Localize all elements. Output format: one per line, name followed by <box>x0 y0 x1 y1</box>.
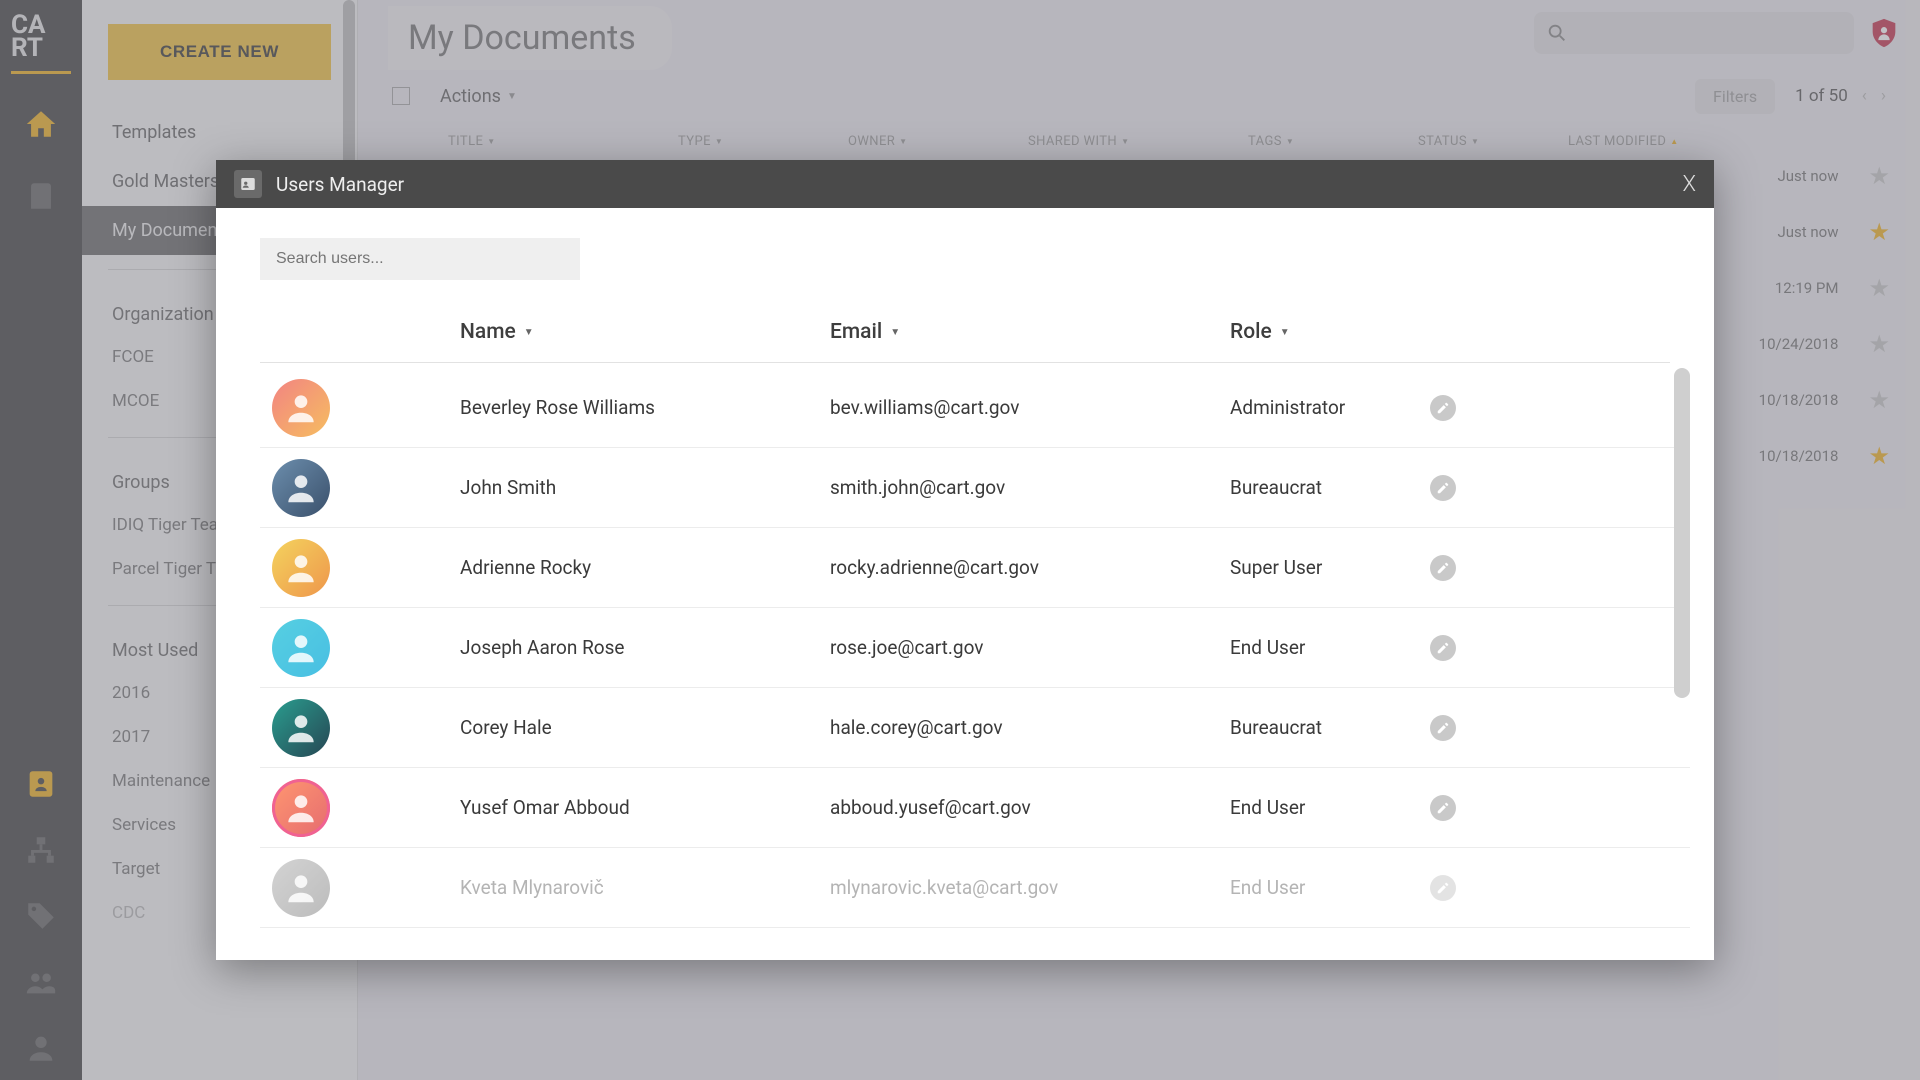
edit-user-button[interactable] <box>1430 795 1456 821</box>
user-name: John Smith <box>460 476 830 499</box>
user-role: Administrator <box>1230 396 1430 419</box>
user-row[interactable]: Beverley Rose Williamsbev.williams@cart.… <box>260 368 1690 448</box>
users-list: Beverley Rose Williamsbev.williams@cart.… <box>260 368 1690 960</box>
user-name: Joseph Aaron Rose <box>460 636 830 659</box>
user-name: Adrienne Rocky <box>460 556 830 579</box>
user-email: rocky.adrienne@cart.gov <box>830 556 1230 579</box>
user-email: smith.john@cart.gov <box>830 476 1230 499</box>
users-manager-modal: Users Manager X Name▼ Email▼ Role▼ Bever… <box>216 160 1714 960</box>
modal-header: Users Manager X <box>216 160 1714 208</box>
user-name: Yusef Omar Abboud <box>460 796 830 819</box>
edit-user-button[interactable] <box>1430 395 1456 421</box>
col-email[interactable]: Email▼ <box>830 320 1230 344</box>
user-role: Bureaucrat <box>1230 716 1430 739</box>
user-row[interactable]: Kveta Mlynarovičmlynarovic.kveta@cart.go… <box>260 848 1690 928</box>
user-row[interactable]: Adrienne Rockyrocky.adrienne@cart.govSup… <box>260 528 1690 608</box>
avatar <box>272 539 330 597</box>
user-row[interactable]: Corey Halehale.corey@cart.govBureaucrat <box>260 688 1690 768</box>
user-role: End User <box>1230 796 1430 819</box>
avatar <box>272 779 330 837</box>
user-row[interactable]: John Smithsmith.john@cart.govBureaucrat <box>260 448 1690 528</box>
chevron-down-icon: ▼ <box>890 327 900 338</box>
edit-user-button[interactable] <box>1430 475 1456 501</box>
user-email: abboud.yusef@cart.gov <box>830 796 1230 819</box>
user-name: Kveta Mlynarovič <box>460 876 830 899</box>
modal-body: Name▼ Email▼ Role▼ Beverley Rose William… <box>216 208 1714 960</box>
chevron-down-icon: ▼ <box>524 327 534 338</box>
address-card-icon <box>234 170 262 198</box>
user-email: mlynarovic.kveta@cart.gov <box>830 876 1230 899</box>
user-name: Beverley Rose Williams <box>460 396 830 419</box>
user-role: Bureaucrat <box>1230 476 1430 499</box>
avatar <box>272 459 330 517</box>
close-icon[interactable]: X <box>1683 172 1696 197</box>
user-email: bev.williams@cart.gov <box>830 396 1230 419</box>
edit-user-button[interactable] <box>1430 875 1456 901</box>
users-scrollbar[interactable] <box>1674 368 1690 960</box>
user-role: Super User <box>1230 556 1430 579</box>
user-email: hale.corey@cart.gov <box>830 716 1230 739</box>
search-users-input[interactable] <box>260 238 580 280</box>
avatar <box>272 619 330 677</box>
modal-title: Users Manager <box>276 173 404 196</box>
avatar <box>272 699 330 757</box>
avatar <box>272 859 330 917</box>
chevron-down-icon: ▼ <box>1280 327 1290 338</box>
user-role: End User <box>1230 876 1430 899</box>
user-row[interactable]: Yusef Omar Abboudabboud.yusef@cart.govEn… <box>260 768 1690 848</box>
edit-user-button[interactable] <box>1430 715 1456 741</box>
user-email: rose.joe@cart.gov <box>830 636 1230 659</box>
col-role[interactable]: Role▼ <box>1230 320 1430 344</box>
edit-user-button[interactable] <box>1430 555 1456 581</box>
user-columns: Name▼ Email▼ Role▼ <box>260 320 1670 363</box>
avatar <box>272 379 330 437</box>
user-row[interactable]: Joseph Aaron Roserose.joe@cart.govEnd Us… <box>260 608 1690 688</box>
user-name: Corey Hale <box>460 716 830 739</box>
user-role: End User <box>1230 636 1430 659</box>
col-name[interactable]: Name▼ <box>460 320 830 344</box>
edit-user-button[interactable] <box>1430 635 1456 661</box>
